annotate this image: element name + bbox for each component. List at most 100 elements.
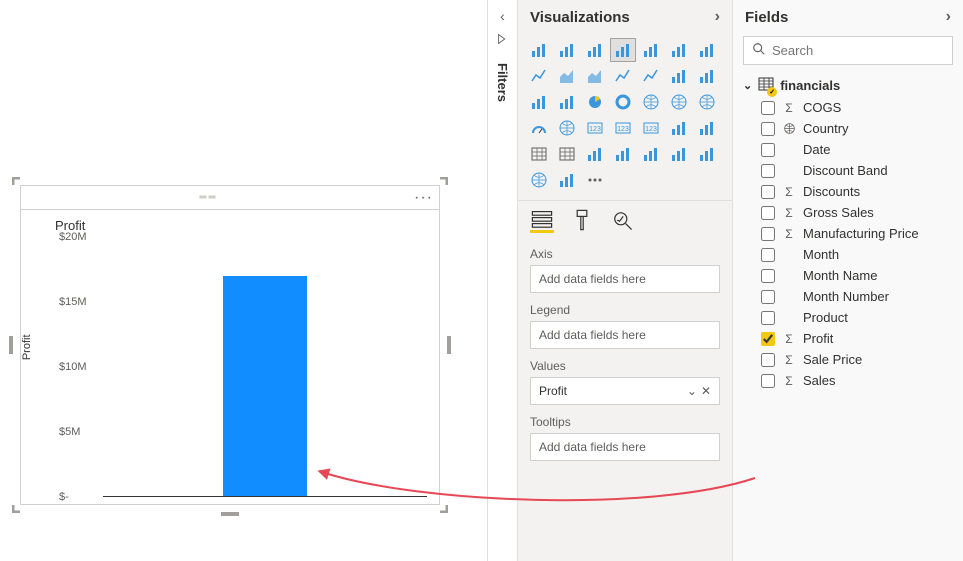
multi-card-icon[interactable]: 123: [638, 116, 664, 140]
decomp-icon[interactable]: [610, 142, 636, 166]
smart-narrative-icon[interactable]: [694, 142, 720, 166]
bar[interactable]: [223, 276, 307, 496]
stacked-bar-icon[interactable]: [526, 38, 552, 62]
line-column-icon[interactable]: [610, 64, 636, 88]
tooltips-well-label: Tooltips: [530, 415, 720, 429]
fields-search[interactable]: [743, 36, 953, 65]
field-checkbox[interactable]: [761, 143, 775, 157]
map-icon[interactable]: [666, 90, 692, 114]
column-chart-icon[interactable]: [554, 38, 580, 62]
gauge-icon[interactable]: [526, 116, 552, 140]
table-header[interactable]: ⌄ ✓ financials: [733, 73, 963, 98]
field-checkbox[interactable]: [761, 185, 775, 199]
donut-icon[interactable]: [610, 90, 636, 114]
field-checkbox[interactable]: [761, 227, 775, 241]
field-date[interactable]: Date: [761, 142, 953, 157]
field-month[interactable]: Month: [761, 247, 953, 262]
treemap-icon[interactable]: [638, 90, 664, 114]
hundred-bar-icon[interactable]: [666, 38, 692, 62]
chevron-right-icon[interactable]: ›: [715, 8, 720, 26]
fields-panel: Fields › ⌄ ✓ financials ΣCOGSCountryDate…: [733, 0, 963, 561]
field-sales[interactable]: ΣSales: [761, 373, 953, 388]
remove-icon[interactable]: ✕: [701, 384, 711, 398]
format-tab-icon[interactable]: [570, 209, 594, 233]
chevron-down-icon[interactable]: ⌄: [743, 79, 752, 92]
sigma-icon: Σ: [781, 206, 797, 220]
field-month-name[interactable]: Month Name: [761, 268, 953, 283]
chevron-right-icon[interactable]: ›: [946, 8, 951, 26]
resize-handle[interactable]: [221, 512, 239, 516]
more-icon[interactable]: [582, 168, 608, 192]
azure-map-icon[interactable]: [526, 168, 552, 192]
more-icon[interactable]: ···: [414, 189, 433, 207]
field-discount-band[interactable]: Discount Band: [761, 163, 953, 178]
chevron-down-icon[interactable]: ⌄: [687, 384, 697, 398]
axis-well[interactable]: Add data fields here: [530, 265, 720, 293]
field-gross-sales[interactable]: ΣGross Sales: [761, 205, 953, 220]
legend-well[interactable]: Add data fields here: [530, 321, 720, 349]
qna-icon[interactable]: [638, 142, 664, 166]
hundred-column-icon[interactable]: [694, 38, 720, 62]
search-input[interactable]: [772, 43, 948, 58]
funnel-icon[interactable]: [526, 90, 552, 114]
clustered-column-icon[interactable]: [638, 38, 664, 62]
field-checkbox[interactable]: [761, 122, 775, 136]
py-visual-icon[interactable]: [554, 168, 580, 192]
field-checkbox[interactable]: [761, 248, 775, 262]
tooltips-well[interactable]: Add data fields here: [530, 433, 720, 461]
filters-pane-collapsed[interactable]: ‹ Filters: [488, 0, 518, 561]
field-discounts[interactable]: ΣDiscounts: [761, 184, 953, 199]
field-sale-price[interactable]: ΣSale Price: [761, 352, 953, 367]
drag-grip-icon[interactable]: ══: [27, 192, 390, 203]
filled-map-icon[interactable]: [694, 90, 720, 114]
report-canvas[interactable]: ══ ··· Profit Profit $20M$15M$10M$5M$-: [0, 0, 488, 561]
shape-map-icon[interactable]: [554, 116, 580, 140]
field-profit[interactable]: ΣProfit: [761, 331, 953, 346]
kpi-icon[interactable]: 123: [610, 116, 636, 140]
chevron-left-icon[interactable]: ‹: [500, 8, 505, 24]
expand-icon[interactable]: [496, 32, 510, 49]
waterfall-icon[interactable]: [694, 64, 720, 88]
line-chart-icon[interactable]: [526, 64, 552, 88]
fields-tab-icon[interactable]: [530, 209, 554, 233]
field-checkbox[interactable]: [761, 374, 775, 388]
sigma-icon: Σ: [781, 374, 797, 388]
resize-handle[interactable]: [447, 336, 451, 354]
matrix-icon[interactable]: [554, 142, 580, 166]
ribbon-icon[interactable]: [666, 64, 692, 88]
clustered-bar-icon[interactable]: [610, 38, 636, 62]
stacked-column-icon[interactable]: [582, 38, 608, 62]
area-chart-icon[interactable]: [554, 64, 580, 88]
paginated-icon[interactable]: [666, 142, 692, 166]
field-checkbox[interactable]: [761, 290, 775, 304]
field-month-number[interactable]: Month Number: [761, 289, 953, 304]
key-influencer-icon[interactable]: [694, 116, 720, 140]
field-checkbox[interactable]: [761, 311, 775, 325]
field-checkbox[interactable]: [761, 353, 775, 367]
field-product[interactable]: Product: [761, 310, 953, 325]
resize-handle[interactable]: [9, 336, 13, 354]
card-icon[interactable]: 123: [582, 116, 608, 140]
field-country[interactable]: Country: [761, 121, 953, 136]
scatter-icon[interactable]: [554, 90, 580, 114]
pie-icon[interactable]: [582, 90, 608, 114]
y-axis-label: Profit: [21, 334, 33, 360]
analytics-tab-icon[interactable]: [610, 209, 634, 233]
field-checkbox[interactable]: [761, 332, 775, 346]
y-tick: $10M: [59, 361, 87, 373]
line-stacked-icon[interactable]: [638, 64, 664, 88]
stacked-area-icon[interactable]: [582, 64, 608, 88]
visual-tile[interactable]: ══ ··· Profit Profit $20M$15M$10M$5M$-: [20, 185, 440, 505]
field-checkbox[interactable]: [761, 269, 775, 283]
values-well[interactable]: Profit ⌄✕: [530, 377, 720, 405]
field-cogs[interactable]: ΣCOGS: [761, 100, 953, 115]
slicer-icon[interactable]: [666, 116, 692, 140]
table-icon[interactable]: [526, 142, 552, 166]
r-visual-icon[interactable]: [582, 142, 608, 166]
field-manufacturing-price[interactable]: ΣManufacturing Price: [761, 226, 953, 241]
field-checkbox[interactable]: [761, 206, 775, 220]
field-checkbox[interactable]: [761, 101, 775, 115]
field-checkbox[interactable]: [761, 164, 775, 178]
y-tick: $20M: [59, 231, 87, 243]
globe-icon: [781, 122, 797, 135]
